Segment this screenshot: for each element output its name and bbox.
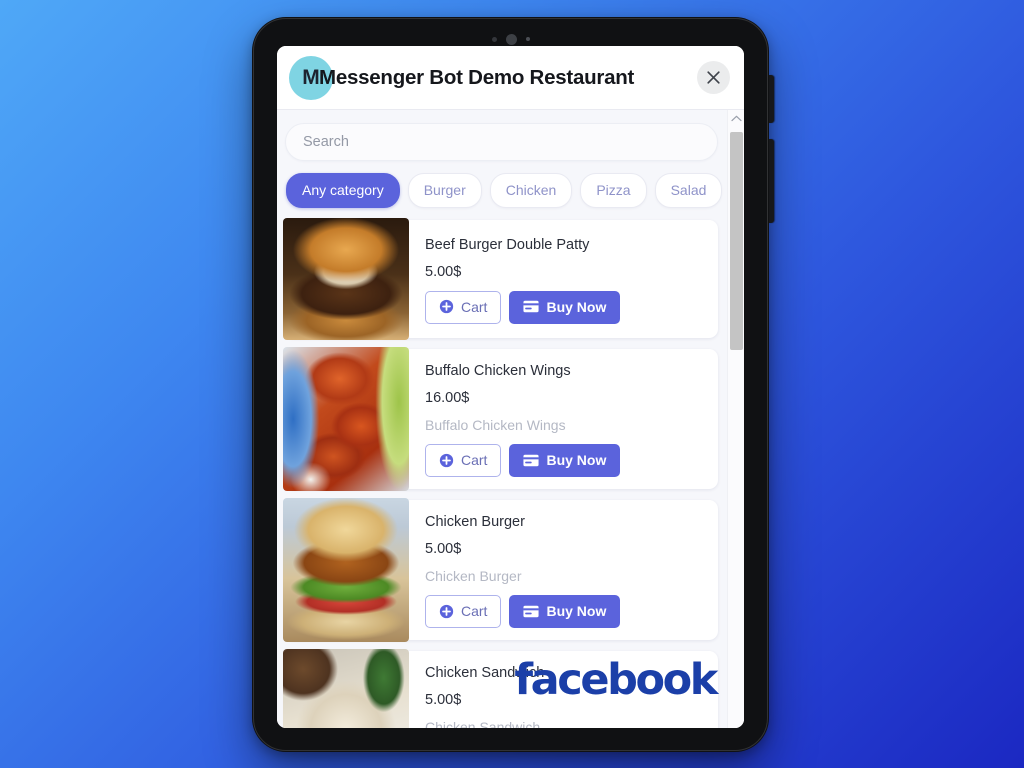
search-box[interactable] [285, 123, 718, 161]
chat-body: Any category Burger Chicken Pizza Salad … [277, 109, 744, 728]
credit-card-icon [523, 605, 540, 617]
product-description: Buffalo Chicken Wings [425, 417, 566, 433]
scroll-up-button[interactable] [728, 110, 744, 126]
search-input[interactable] [303, 134, 700, 150]
buy-now-button[interactable]: Buy Now [509, 444, 621, 477]
device-side-button-power[interactable] [769, 139, 774, 223]
add-to-cart-button[interactable]: Cart [425, 444, 502, 477]
category-chip-pizza[interactable]: Pizza [580, 173, 647, 208]
buy-now-label: Buy Now [546, 603, 607, 619]
product-description: Chicken Sandwich [425, 719, 541, 728]
add-to-cart-button[interactable]: Cart [425, 595, 502, 628]
product-image [283, 218, 409, 340]
device-screen: M Messenger Bot Demo Restaurant Any cate… [277, 46, 744, 728]
buy-now-button[interactable]: Buy Now [509, 595, 621, 628]
plus-circle-icon [439, 604, 454, 618]
tablet-device: M Messenger Bot Demo Restaurant Any cate… [252, 17, 774, 752]
buy-now-label: Buy Now [546, 298, 607, 315]
vertical-scrollbar[interactable] [727, 110, 744, 728]
add-to-cart-label: Cart [461, 452, 488, 468]
plus-circle-icon [439, 453, 454, 467]
sensor-icon [491, 36, 497, 42]
product-price: 5.00$ [425, 541, 462, 557]
buy-now-label: Buy Now [546, 452, 607, 468]
product-name: Beef Burger Double Patty [425, 236, 590, 253]
product-info: Beef Burger Double Patty 5.00$ Cart Buy … [409, 220, 718, 338]
add-to-cart-button[interactable]: Cart [425, 290, 502, 324]
chevron-up-icon [730, 115, 742, 121]
device-camera-row [252, 33, 769, 45]
facebook-logo: facebook [514, 655, 718, 705]
close-button[interactable] [697, 61, 730, 94]
category-chip-any-category[interactable]: Any category [286, 173, 400, 208]
scrollbar-track[interactable] [728, 126, 744, 728]
category-chip-chicken[interactable]: Chicken [489, 173, 573, 208]
close-icon [707, 71, 720, 84]
product-scroll-area: Any category Burger Chicken Pizza Salad … [277, 110, 744, 728]
page-title: Messenger Bot Demo Restaurant [319, 65, 635, 89]
product-image [283, 347, 409, 491]
camera-icon [505, 33, 517, 45]
indicator-led-icon [525, 37, 530, 41]
product-info: Buffalo Chicken Wings 16.00$ Buffalo Chi… [409, 349, 718, 489]
add-to-cart-label: Cart [461, 298, 488, 315]
chat-header: M Messenger Bot Demo Restaurant [277, 46, 744, 109]
product-actions: Cart Buy Now [425, 290, 706, 324]
product-card[interactable]: Buffalo Chicken Wings 16.00$ Buffalo Chi… [283, 347, 718, 491]
product-name: Chicken Burger [425, 514, 525, 530]
product-actions: Cart Buy Now [425, 444, 706, 477]
product-name: Buffalo Chicken Wings [425, 363, 571, 379]
product-price: 16.00$ [425, 390, 470, 406]
plus-circle-icon [439, 299, 454, 314]
buy-now-button[interactable]: Buy Now [509, 290, 621, 324]
product-actions: Cart Buy Now [425, 595, 706, 628]
product-info: Chicken Burger 5.00$ Chicken Burger Cart [409, 500, 718, 640]
product-card[interactable]: Chicken Burger 5.00$ Chicken Burger Cart [283, 498, 718, 642]
product-card[interactable]: Beef Burger Double Patty 5.00$ Cart Buy … [283, 218, 718, 340]
category-chip-salad[interactable]: Salad [654, 173, 723, 208]
product-description: Chicken Burger [425, 568, 522, 584]
category-chip-burger[interactable]: Burger [407, 173, 482, 208]
credit-card-icon [523, 300, 540, 313]
credit-card-icon [523, 454, 540, 466]
device-side-button-volume[interactable] [769, 75, 774, 123]
scrollbar-thumb[interactable] [730, 132, 743, 350]
add-to-cart-label: Cart [461, 603, 488, 619]
product-image [283, 649, 409, 728]
product-image [283, 498, 409, 642]
product-price: 5.00$ [425, 263, 462, 280]
category-filter-list: Any category Burger Chicken Pizza Salad [285, 173, 723, 208]
